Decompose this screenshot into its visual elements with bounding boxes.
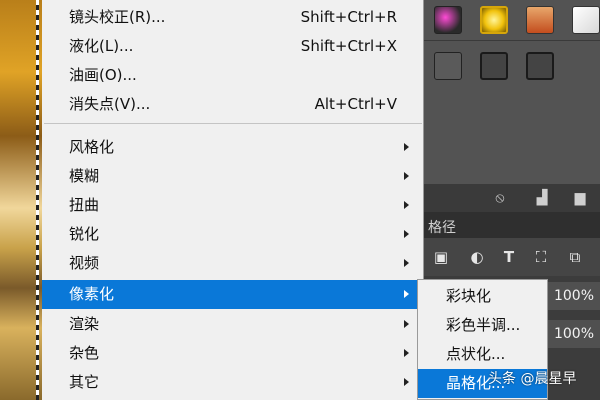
menu-item-label: 其它	[69, 373, 100, 391]
menu-item-render[interactable]: 渲染	[42, 310, 423, 339]
menu-item-pixelate[interactable]: 像素化	[42, 280, 423, 309]
layers-tab-row: 格径	[424, 212, 600, 238]
menu-item-lens-correction[interactable]: 镜头校正(R)... Shift+Ctrl+R	[42, 3, 423, 32]
menu-item-label: 扭曲	[69, 196, 100, 214]
menu-item-other[interactable]: 其它	[42, 368, 423, 397]
menu-item-oil-paint[interactable]: 油画(O)...	[42, 61, 423, 90]
selection-marquee	[36, 0, 39, 400]
new-style-icon[interactable]: ▟	[534, 190, 550, 206]
style-swatch[interactable]	[434, 6, 462, 34]
filter-menu: 镜头校正(R)... Shift+Ctrl+R 液化(L)... Shift+C…	[42, 0, 424, 400]
menu-item-shortcut: Shift+Ctrl+R	[300, 8, 397, 26]
no-style-icon[interactable]: ⦸	[492, 190, 508, 206]
style-swatch[interactable]	[572, 6, 600, 34]
submenu-item-color-halftone-block[interactable]: 彩块化	[418, 282, 547, 311]
menu-item-sharpen[interactable]: 锐化	[42, 220, 423, 249]
menu-item-video[interactable]: 视频	[42, 249, 423, 278]
submenu-item-label: 彩色半调...	[446, 316, 521, 334]
menu-item-liquify[interactable]: 液化(L)... Shift+Ctrl+X	[42, 32, 423, 61]
image-icon[interactable]: ▣	[432, 248, 450, 266]
fill-value[interactable]: 100%	[548, 320, 600, 348]
type-icon[interactable]: T	[500, 248, 518, 266]
menu-item-label: 消失点(V)...	[69, 95, 151, 113]
styles-panel	[424, 0, 600, 184]
panel-divider	[424, 40, 600, 41]
paths-tab[interactable]: 格径	[428, 217, 456, 237]
submenu-item-color-halftone[interactable]: 彩色半调...	[418, 311, 547, 340]
submenu-arrow-icon	[404, 230, 409, 238]
style-swatch[interactable]	[526, 52, 554, 80]
submenu-arrow-icon	[404, 259, 409, 267]
menu-separator	[44, 123, 422, 124]
menu-item-label: 镜头校正(R)...	[69, 8, 166, 26]
menu-item-label: 液化(L)...	[69, 37, 134, 55]
style-swatch[interactable]	[480, 6, 508, 34]
submenu-arrow-icon	[404, 320, 409, 328]
menu-item-label: 杂色	[69, 344, 100, 362]
submenu-item-pointillize[interactable]: 点状化...	[418, 340, 547, 369]
menu-item-noise[interactable]: 杂色	[42, 339, 423, 368]
opacity-value[interactable]: 100%	[548, 282, 600, 310]
submenu-arrow-icon	[404, 349, 409, 357]
submenu-arrow-icon	[404, 290, 409, 298]
menu-item-label: 模糊	[69, 167, 100, 185]
submenu-arrow-icon	[404, 172, 409, 180]
menu-item-vanishing-point[interactable]: 消失点(V)... Alt+Ctrl+V	[42, 90, 423, 119]
style-swatch[interactable]	[434, 52, 462, 80]
menu-item-distort[interactable]: 扭曲	[42, 191, 423, 220]
transform-icon[interactable]: ⛶	[532, 248, 550, 266]
submenu-arrow-icon	[404, 143, 409, 151]
style-swatch[interactable]	[480, 52, 508, 80]
menu-item-blur[interactable]: 模糊	[42, 162, 423, 191]
adjustment-icon[interactable]: ◐	[468, 248, 486, 266]
menu-item-label: 渲染	[69, 315, 100, 333]
menu-item-shortcut: Alt+Ctrl+V	[314, 95, 397, 113]
submenu-arrow-icon	[404, 378, 409, 386]
menu-item-label: 视频	[69, 254, 100, 272]
panel-footer-bar: ⦸ ▟ ▆	[424, 184, 600, 212]
style-swatch[interactable]	[526, 6, 554, 34]
watermark-text: 头条 @晨星早	[488, 371, 577, 387]
submenu-item-label: 彩块化	[446, 287, 492, 305]
canvas-photo	[0, 0, 42, 400]
layer-filter-toolbar: ▣ ◐ T ⛶ ⧉	[424, 238, 600, 276]
smart-object-icon[interactable]: ⧉	[566, 248, 584, 266]
menu-item-stylize[interactable]: 风格化	[42, 133, 423, 162]
trash-icon[interactable]: ▆	[572, 190, 588, 206]
submenu-item-label: 点状化...	[446, 345, 506, 363]
menu-item-label: 像素化	[69, 285, 115, 303]
menu-item-shortcut: Shift+Ctrl+X	[300, 37, 397, 55]
submenu-arrow-icon	[404, 201, 409, 209]
menu-item-label: 油画(O)...	[69, 66, 137, 84]
menu-item-label: 风格化	[69, 138, 115, 156]
menu-item-label: 锐化	[69, 225, 100, 243]
